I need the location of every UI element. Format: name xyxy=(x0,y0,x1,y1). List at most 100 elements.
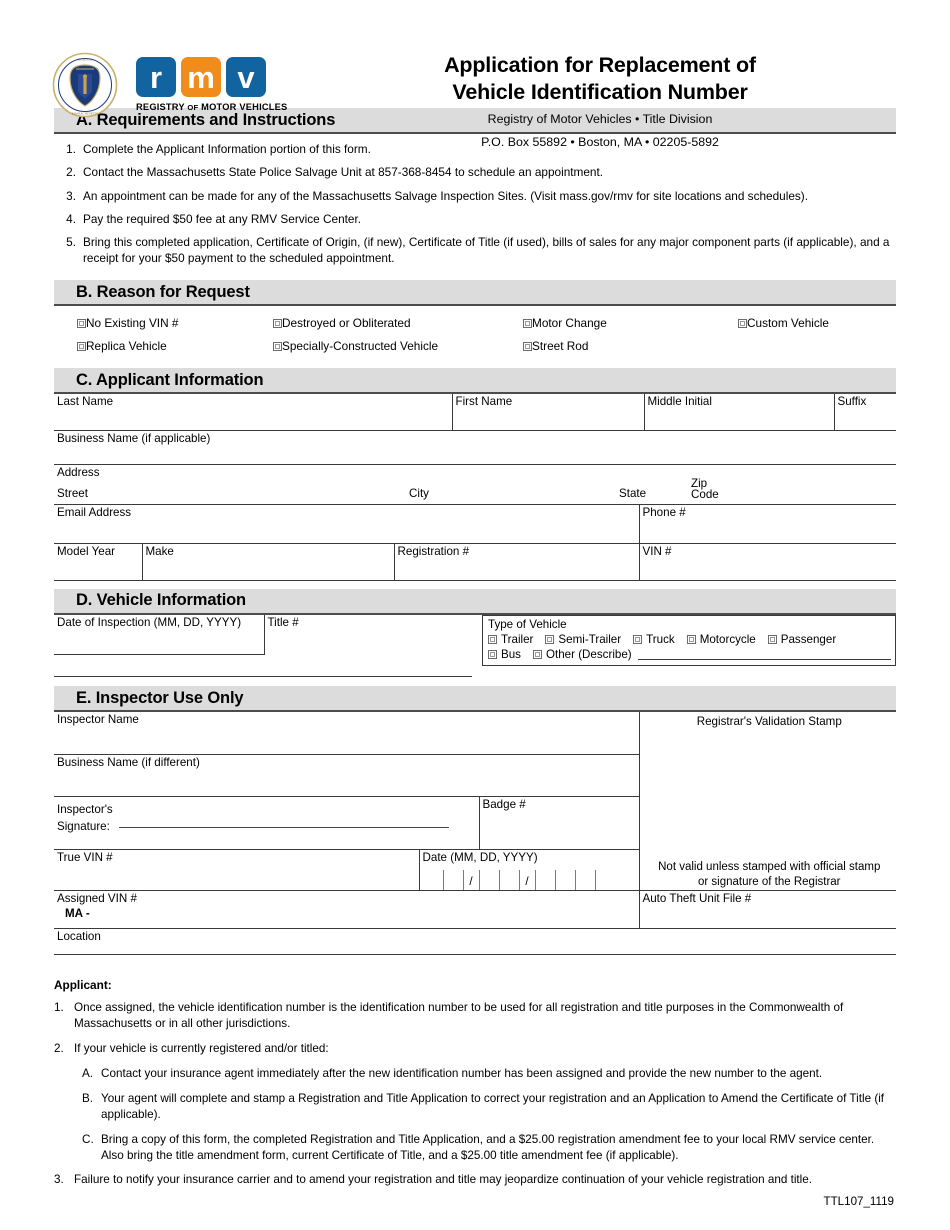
checkbox-icon[interactable] xyxy=(633,634,643,644)
rmv-logo: r m v REGISTRY OF MOTOR VEHICLES xyxy=(136,57,287,112)
signature-input-line[interactable] xyxy=(119,816,450,828)
date-cell-year-2[interactable] xyxy=(554,869,575,890)
field-middle-initial[interactable]: Middle Initial xyxy=(643,394,834,431)
checkbox-icon[interactable] xyxy=(488,649,497,659)
field-email-address[interactable]: Email Address xyxy=(54,505,639,544)
checkbox-icon[interactable] xyxy=(523,318,532,328)
stamp-validity-note: Not valid unless stamped with official s… xyxy=(638,849,896,892)
date-cell-year-1[interactable] xyxy=(534,869,555,890)
date-comb[interactable]: / / xyxy=(423,868,640,890)
checkbox-destroyed-or-obliterated[interactable]: Destroyed or Obliterated xyxy=(273,316,523,330)
field-assigned-vin[interactable]: Assigned VIN # MA - xyxy=(54,890,639,930)
instruction-item: 3. An appointment can be made for any of… xyxy=(54,189,896,205)
field-business-name[interactable]: Business Name (if applicable) xyxy=(54,430,896,465)
registrars-validation-stamp-area[interactable]: Registrar's Validation Stamp xyxy=(638,712,896,850)
rmv-tile-r: r xyxy=(136,57,176,97)
field-location[interactable]: Location xyxy=(54,928,896,956)
instruction-number: 4. xyxy=(66,211,76,226)
checkbox-type-motorcycle[interactable]: Motorcycle xyxy=(686,633,756,646)
date-cell-year-3[interactable] xyxy=(574,869,595,890)
instruction-item: 4. Pay the required $50 fee at any RMV S… xyxy=(54,212,896,228)
form-page: SIGILLUM MASSACHUSETTS r m v REGISTRY OF… xyxy=(0,0,950,1230)
field-inspector-name[interactable]: Inspector Name xyxy=(54,712,639,755)
checkbox-icon[interactable] xyxy=(77,318,86,328)
field-inspector-signature[interactable]: Inspector's Signature: xyxy=(54,797,479,849)
checkbox-label: Truck xyxy=(646,632,675,646)
checkbox-label: Passenger xyxy=(780,632,837,646)
field-label: Last Name xyxy=(57,395,114,409)
field-last-name[interactable]: Last Name xyxy=(54,394,452,431)
field-inspection-date[interactable]: Date (MM, DD, YYYY) / / xyxy=(418,849,640,890)
checkbox-icon[interactable] xyxy=(532,649,542,659)
checkbox-motor-change[interactable]: Motor Change xyxy=(523,316,738,330)
field-date-of-inspection[interactable]: Date of Inspection (MM, DD, YYYY) xyxy=(54,614,264,656)
checkbox-icon[interactable] xyxy=(738,318,747,328)
date-cell-day-1[interactable] xyxy=(478,869,499,890)
date-separator-2: / xyxy=(518,869,535,890)
section-e: E. Inspector Use Only Inspector Name Reg… xyxy=(54,686,896,956)
field-suffix[interactable]: Suffix xyxy=(833,394,896,431)
applicant-contact-table: Email Address Phone # Model Year Make Re… xyxy=(54,505,896,581)
instruction-text: Contact the Massachusetts State Police S… xyxy=(83,165,604,180)
date-separator-1: / xyxy=(462,869,479,890)
sublabel-state: State xyxy=(619,486,647,500)
field-first-name[interactable]: First Name xyxy=(451,394,644,431)
checkbox-icon[interactable] xyxy=(523,341,532,351)
field-label: Assigned VIN # xyxy=(57,892,137,906)
field-badge-number[interactable]: Badge # xyxy=(478,796,639,849)
checkbox-type-passenger[interactable]: Passenger xyxy=(767,632,837,646)
checkbox-type-bus[interactable]: Bus xyxy=(488,648,521,661)
checkbox-icon[interactable] xyxy=(273,341,282,351)
note-number: A. xyxy=(82,1066,94,1080)
stamp-note-line2: or signature of the Registrar xyxy=(697,876,841,889)
checkbox-label: Custom Vehicle xyxy=(747,316,829,331)
checkbox-type-other[interactable]: Other (Describe) xyxy=(532,648,632,661)
section-b-header: B. Reason for Request xyxy=(54,280,896,307)
field-vin-number[interactable]: VIN # xyxy=(638,543,896,580)
field-label: Title # xyxy=(267,615,299,629)
reason-row-1: No Existing VIN # Destroyed or Obliterat… xyxy=(54,316,896,330)
svg-text:MASSACHUSETTS: MASSACHUSETTS xyxy=(72,112,99,116)
instruction-number: 2. xyxy=(66,165,76,180)
date-cell-day-2[interactable] xyxy=(498,869,519,890)
vehicle-info-table: Date of Inspection (MM, DD, YYYY) Title … xyxy=(54,614,896,678)
date-cell-month-1[interactable] xyxy=(423,870,443,890)
checkbox-no-existing-vin[interactable]: No Existing VIN # xyxy=(54,316,273,330)
validation-stamp-label: Registrar's Validation Stamp xyxy=(696,715,842,729)
field-model-year[interactable]: Model Year xyxy=(54,544,142,580)
checkbox-icon[interactable] xyxy=(767,634,777,644)
field-address[interactable]: Address Street City State Zip Code xyxy=(54,464,896,506)
checkbox-specially-constructed-vehicle[interactable]: Specially-Constructed Vehicle xyxy=(273,339,523,353)
checkbox-icon[interactable] xyxy=(273,318,282,328)
page-title-line2: Vehicle Identification Number xyxy=(452,79,748,104)
form-header: SIGILLUM MASSACHUSETTS r m v REGISTRY OF… xyxy=(0,0,950,149)
note-number: 1. xyxy=(54,1001,64,1015)
field-make[interactable]: Make xyxy=(141,543,394,580)
field-inspector-business-name[interactable]: Business Name (if different) xyxy=(54,754,639,797)
field-registration-number[interactable]: Registration # xyxy=(393,543,639,580)
date-cell-year-4[interactable] xyxy=(594,869,615,890)
field-label: Auto Theft Unit File # xyxy=(642,892,752,906)
signature-label-line1: Inspector's xyxy=(57,802,113,816)
note-text: Your agent will complete and stamp a Reg… xyxy=(101,1091,885,1121)
zip-line2: Code xyxy=(691,488,719,502)
field-auto-theft-unit-file[interactable]: Auto Theft Unit File # xyxy=(638,890,896,930)
checkbox-replica-vehicle[interactable]: Replica Vehicle xyxy=(54,339,273,353)
note-number: C. xyxy=(82,1132,94,1146)
checkbox-icon[interactable] xyxy=(77,341,86,351)
checkbox-street-rod[interactable]: Street Rod xyxy=(523,339,738,353)
field-phone[interactable]: Phone # xyxy=(638,505,896,544)
field-title-number[interactable]: Title # xyxy=(263,614,472,655)
signature-label-line2: Signature: xyxy=(57,819,110,833)
field-true-vin[interactable]: True VIN # xyxy=(54,850,419,890)
checkbox-icon[interactable] xyxy=(686,634,696,644)
checkbox-icon[interactable] xyxy=(545,634,555,644)
date-cell-month-2[interactable] xyxy=(442,869,463,890)
checkbox-type-trailer[interactable]: Trailer xyxy=(488,633,533,646)
checkbox-custom-vehicle[interactable]: Custom Vehicle xyxy=(738,316,829,330)
checkbox-icon[interactable] xyxy=(488,634,497,644)
checkbox-type-semi-trailer[interactable]: Semi-Trailer xyxy=(545,633,621,646)
rmv-subtitle-post: MOTOR VEHICLES xyxy=(198,102,288,112)
other-describe-input[interactable] xyxy=(637,648,891,661)
checkbox-type-truck[interactable]: Truck xyxy=(633,633,675,646)
